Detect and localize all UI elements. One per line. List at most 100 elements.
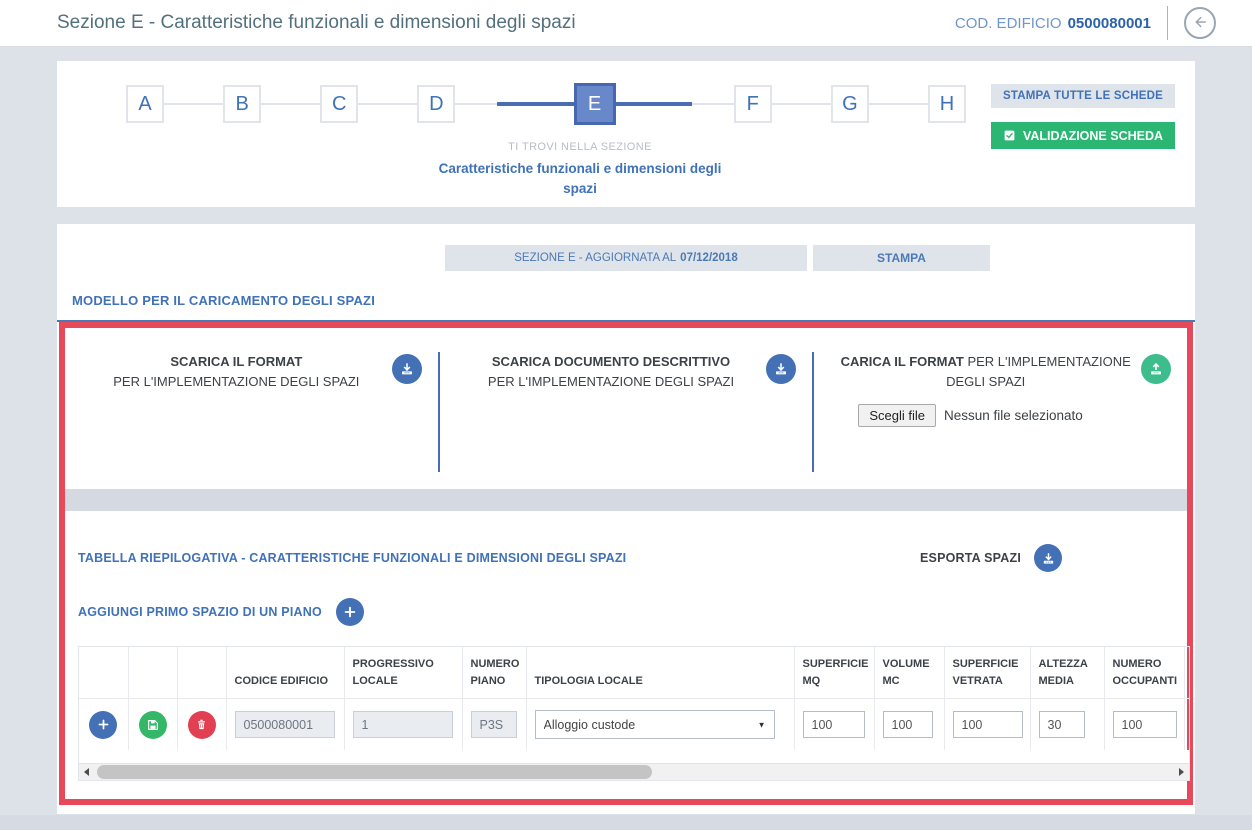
step-e-active[interactable]: E	[574, 83, 616, 125]
check-square-icon	[1003, 129, 1016, 142]
superficie-vetrata-input[interactable]	[953, 711, 1023, 738]
validate-sheet-button[interactable]: VALIDAZIONE SCHEDA	[991, 122, 1175, 149]
header-numero-piano: NUMERO PIANO	[462, 647, 526, 699]
download-doc-text: SCARICA DOCUMENTO DESCRITTIVO PER L'IMPL…	[456, 352, 767, 391]
content-card: SEZIONE E - AGGIORNATA AL 07/12/2018 STA…	[57, 224, 1195, 814]
step-a[interactable]: A	[126, 85, 164, 123]
table-header-row: CODICE EDIFICIO PROGRESSIVO LOCALE NUMER…	[79, 647, 1190, 699]
connector-segment-active	[497, 102, 574, 106]
download-doc-card: SCARICA DOCUMENTO DESCRITTIVO PER L'IMPL…	[440, 328, 813, 483]
model-section-heading: MODELLO PER IL CARICAMENTO DEGLI SPAZI	[57, 293, 1195, 322]
add-space-button[interactable]	[336, 598, 364, 626]
step-d[interactable]: D	[417, 85, 455, 123]
row-delete-button[interactable]	[188, 711, 216, 739]
upload-format-button[interactable]	[1141, 354, 1171, 384]
scroll-right-arrow[interactable]	[1179, 768, 1184, 776]
section-separator	[65, 489, 1187, 511]
step-connector	[261, 103, 320, 105]
superficie-mq-input[interactable]	[803, 711, 865, 738]
header-tipologia-locale: TIPOLOGIA LOCALE	[526, 647, 794, 699]
step-connector	[358, 103, 417, 105]
step-c[interactable]: C	[320, 85, 358, 123]
add-space-label: AGGIUNGI PRIMO SPAZIO DI UN PIANO	[78, 605, 322, 619]
codice-edificio-input	[235, 711, 335, 738]
tipologia-locale-select[interactable]: Alloggio custode	[535, 710, 775, 739]
file-status-text: Nessun file selezionato	[944, 408, 1083, 423]
row-add-button[interactable]	[89, 711, 117, 739]
current-section-caption: TI TROVI NELLA SEZIONE Caratteristiche f…	[435, 141, 725, 198]
scroll-left-arrow[interactable]	[84, 768, 89, 776]
section-updated-bar[interactable]: SEZIONE E - AGGIORNATA AL 07/12/2018	[445, 245, 807, 271]
building-code-value: 0500080001	[1068, 15, 1151, 32]
download-doc-subtitle: PER L'IMPLEMENTAZIONE DEGLI SPAZI	[460, 372, 763, 392]
stepper-actions: STAMPA TUTTE LE SCHEDE VALIDAZIONE SCHED…	[991, 84, 1175, 149]
download-format-card: SCARICA IL FORMAT PER L'IMPLEMENTAZIONE …	[65, 328, 438, 483]
choose-file-button[interactable]: Scegli file	[858, 404, 936, 427]
download-icon	[1041, 551, 1056, 566]
step-g[interactable]: G	[831, 85, 869, 123]
upload-format-title: CARICA IL FORMAT	[841, 354, 964, 369]
header-codice-edificio: CODICE EDIFICIO	[226, 647, 344, 699]
current-section-name: Caratteristiche funzionali e dimensioni …	[435, 159, 725, 198]
model-cards-row: SCARICA IL FORMAT PER L'IMPLEMENTAZIONE …	[65, 328, 1187, 483]
upload-format-subtitle: PER L'IMPLEMENTAZIONE DEGLI SPAZI	[946, 354, 1131, 389]
section-updated-label: SEZIONE E - AGGIORNATA AL	[514, 252, 676, 264]
trash-icon	[195, 718, 208, 731]
stepper-card: A B C D E F G H TI TROVI NELLA SEZIONE C…	[57, 61, 1195, 207]
step-f[interactable]: F	[734, 85, 772, 123]
top-bar: Sezione E - Caratteristiche funzionali e…	[0, 0, 1252, 47]
building-code-label: COD. EDIFICIO	[955, 15, 1062, 32]
file-input-row: Scegli file Nessun file selezionato	[830, 404, 1171, 427]
header-altezza-media: ALTEZZA MEDIA	[1030, 647, 1104, 699]
validate-sheet-label: VALIDAZIONE SCHEDA	[1023, 129, 1163, 143]
volume-mc-input[interactable]	[883, 711, 933, 738]
summary-table-section: TABELLA RIEPILOGATIVA - CARATTERISTICHE …	[65, 544, 1187, 781]
plus-icon	[343, 605, 357, 619]
connector-segment-active	[616, 102, 693, 106]
table-row: Alloggio custode ▼	[79, 699, 1190, 751]
download-icon	[773, 361, 789, 377]
location-caption: TI TROVI NELLA SEZIONE	[435, 141, 725, 153]
upload-icon	[1148, 361, 1164, 377]
download-doc-button[interactable]	[766, 354, 796, 384]
stepper: A B C D E F G H	[81, 83, 966, 125]
header-actions	[79, 647, 128, 699]
step-h[interactable]: H	[928, 85, 966, 123]
plus-icon	[97, 718, 110, 731]
header-actions	[128, 647, 177, 699]
header-superficie-vetrata: SUPERFICIE VETRATA	[944, 647, 1030, 699]
header-superficie-mq: SUPERFICIE MQ	[794, 647, 874, 699]
section-updated-date: 07/12/2018	[680, 252, 738, 264]
table-spacer	[79, 750, 1189, 763]
spaces-table-wrapper: CODICE EDIFICIO PROGRESSIVO LOCALE NUMER…	[78, 646, 1190, 781]
numero-occupanti-input[interactable]	[1113, 711, 1177, 738]
step-b[interactable]: B	[223, 85, 261, 123]
row-save-button[interactable]	[139, 711, 167, 739]
page-title: Sezione E - Caratteristiche funzionali e…	[57, 12, 576, 34]
export-spaces-button[interactable]	[1034, 544, 1062, 572]
download-format-button[interactable]	[392, 354, 422, 384]
download-icon	[399, 361, 415, 377]
spaces-table: CODICE EDIFICIO PROGRESSIVO LOCALE NUMER…	[79, 647, 1190, 750]
connector-segment	[692, 103, 733, 105]
download-doc-title: SCARICA DOCUMENTO DESCRITTIVO	[460, 352, 763, 372]
progressivo-locale-input	[353, 711, 453, 738]
scrollbar-thumb[interactable]	[97, 765, 652, 779]
altezza-media-input[interactable]	[1039, 711, 1085, 738]
page-footer	[0, 815, 1252, 830]
header-progressivo-locale: PROGRESSIVO LOCALE	[344, 647, 462, 699]
add-space-row: AGGIUNGI PRIMO SPAZIO DI UN PIANO	[78, 598, 1174, 626]
highlighted-region: SCARICA IL FORMAT PER L'IMPLEMENTAZIONE …	[59, 322, 1193, 805]
download-format-title: SCARICA IL FORMAT	[85, 352, 388, 372]
horizontal-scrollbar[interactable]	[79, 763, 1189, 780]
numero-piano-input	[471, 711, 517, 738]
export-spaces-label: ESPORTA SPAZI	[920, 551, 1021, 565]
print-all-sheets-button[interactable]: STAMPA TUTTE LE SCHEDE	[991, 84, 1175, 108]
arrow-left-icon	[1191, 13, 1209, 34]
print-bar-button[interactable]: STAMPA	[813, 245, 990, 271]
back-button[interactable]	[1184, 7, 1216, 39]
upload-format-card: CARICA IL FORMAT PER L'IMPLEMENTAZIONE D…	[814, 328, 1187, 483]
header-actions	[177, 647, 226, 699]
vertical-divider	[1167, 6, 1168, 40]
step-connector	[869, 103, 928, 105]
